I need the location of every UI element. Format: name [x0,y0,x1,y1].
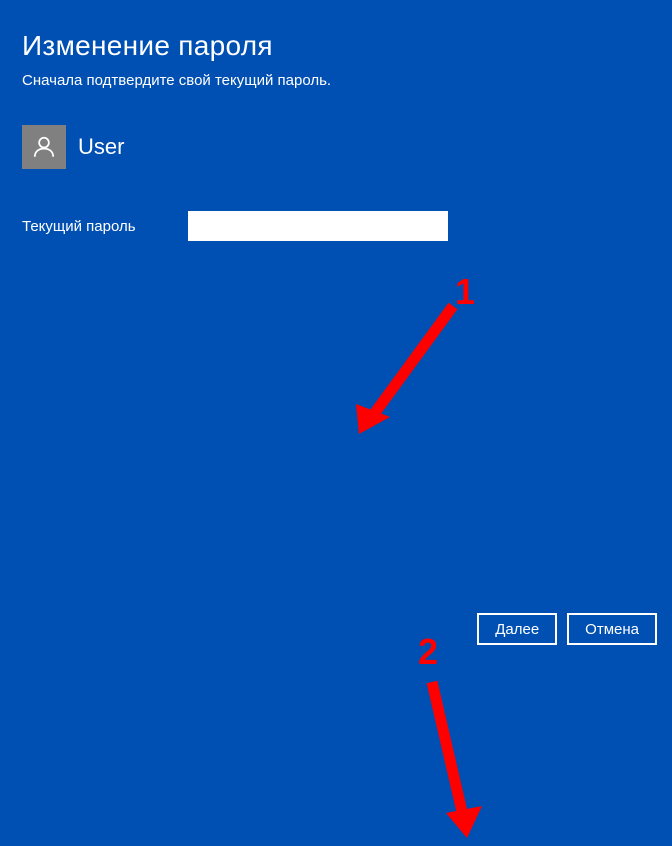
current-password-input[interactable] [188,211,448,241]
page-title: Изменение пароля [22,30,650,62]
user-icon [31,134,57,160]
annotation-two-arrow-icon [418,676,488,846]
cancel-button[interactable]: Отмена [567,613,657,645]
avatar [22,125,66,169]
button-row: Далее Отмена [477,613,657,645]
next-button[interactable]: Далее [477,613,557,645]
annotation-one-arrow-icon [350,296,465,438]
annotation-two-label: 2 [418,631,438,673]
user-info: User [22,125,650,169]
username: User [78,134,124,160]
current-password-row: Текущий пароль [22,211,650,241]
current-password-label: Текущий пароль [22,218,152,235]
annotation-one-label: 1 [455,271,475,313]
page-subtitle: Сначала подтвердите свой текущий пароль. [22,72,650,89]
